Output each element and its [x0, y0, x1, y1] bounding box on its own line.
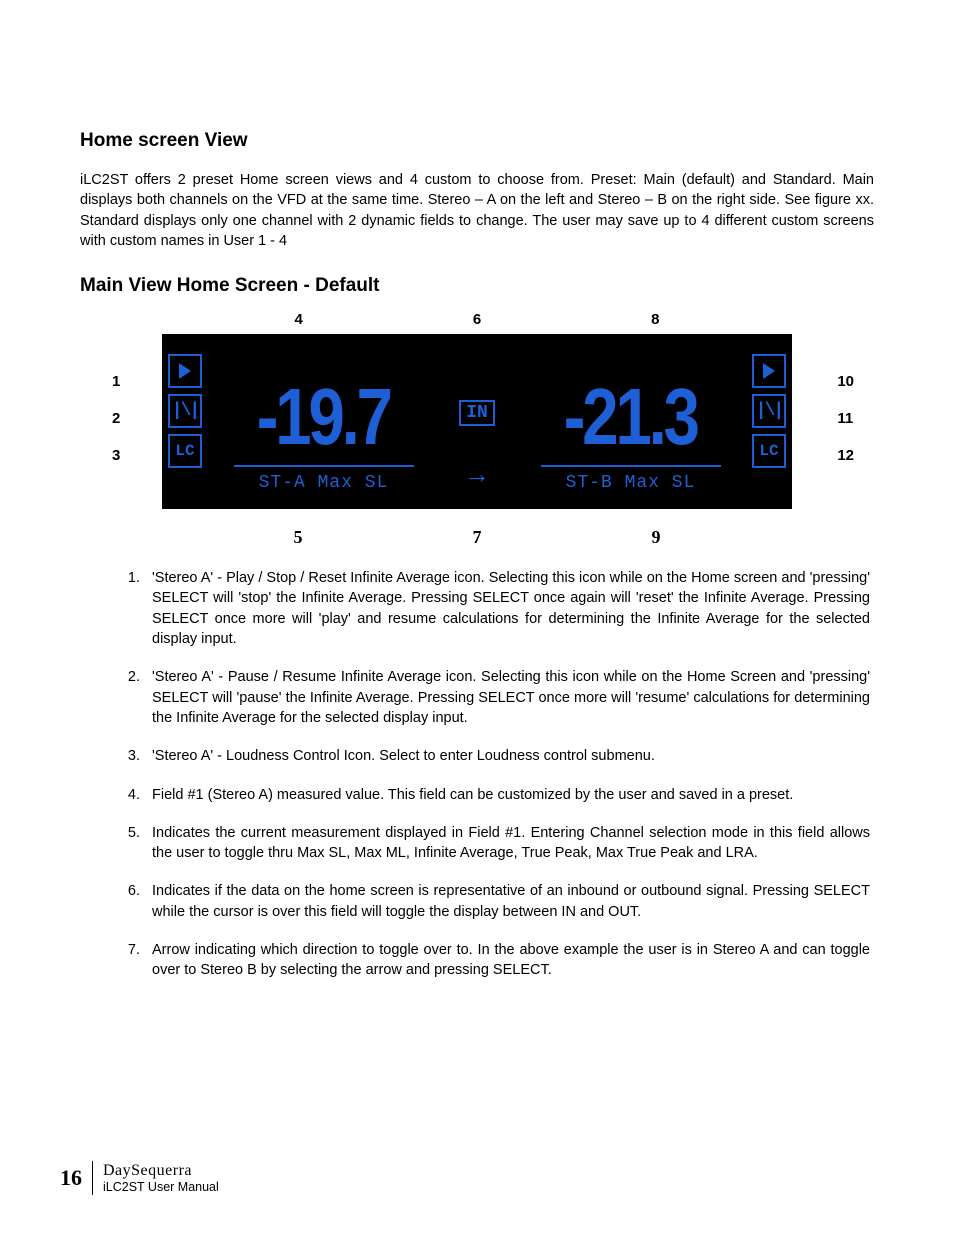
callout-9: 9 — [652, 527, 661, 548]
callout-7: 7 — [473, 527, 482, 548]
list-item: Arrow indicating which direction to togg… — [144, 940, 870, 981]
page-footer: 16 DaySequerra iLC2ST User Manual — [60, 1161, 219, 1195]
section-heading: Home screen View — [80, 130, 874, 152]
list-item: 'Stereo A' - Play / Stop / Reset Infinit… — [144, 568, 870, 649]
channel-b: -21.3 ST-B Max SL — [509, 338, 752, 505]
description-list: 'Stereo A' - Play / Stop / Reset Infinit… — [120, 568, 874, 980]
callout-top-row: 4 6 8 — [82, 311, 872, 328]
channel-a-value: -19.7 — [257, 377, 390, 457]
right-icon-stack: |\| LC — [752, 338, 786, 505]
list-item: Indicates the current measurement displa… — [144, 823, 870, 864]
pause-icon[interactable]: |\| — [752, 394, 786, 428]
list-item: Field #1 (Stereo A) measured value. This… — [144, 785, 870, 805]
vfd-display: |\| LC -19.7 ST-A Max SL IN → -21.3 ST-B… — [162, 334, 792, 509]
callout-6: 6 — [473, 311, 481, 328]
callout-5: 5 — [294, 527, 303, 548]
footer-docname: iLC2ST User Manual — [103, 1180, 219, 1194]
toggle-arrow-icon[interactable]: → — [469, 463, 485, 489]
left-icon-stack: |\| LC — [168, 338, 202, 505]
callout-3: 3 — [112, 447, 120, 464]
lc-icon[interactable]: LC — [752, 434, 786, 468]
list-item: 'Stereo A' - Loudness Control Icon. Sele… — [144, 746, 870, 766]
callout-1: 1 — [112, 373, 120, 390]
list-item: 'Stereo A' - Pause / Resume Infinite Ave… — [144, 667, 870, 728]
pause-icon[interactable]: |\| — [168, 394, 202, 428]
play-icon[interactable] — [752, 354, 786, 388]
center-column: IN → — [445, 338, 509, 505]
subsection-heading: Main View Home Screen - Default — [80, 275, 874, 297]
intro-paragraph: iLC2ST offers 2 preset Home screen views… — [80, 170, 874, 251]
callout-right-col: 10 11 12 — [837, 373, 854, 464]
inout-badge[interactable]: IN — [459, 400, 495, 426]
footer-brand: DaySequerra — [103, 1162, 219, 1180]
footer-separator — [92, 1161, 93, 1195]
lc-icon[interactable]: LC — [168, 434, 202, 468]
callout-10: 10 — [837, 373, 854, 390]
callout-8: 8 — [651, 311, 659, 328]
page-number: 16 — [60, 1165, 82, 1191]
channel-a: -19.7 ST-A Max SL — [202, 338, 445, 505]
list-item: Indicates if the data on the home screen… — [144, 881, 870, 922]
callout-4: 4 — [294, 311, 302, 328]
callout-left-col: 1 2 3 — [112, 373, 120, 464]
channel-a-label[interactable]: ST-A Max SL — [234, 465, 414, 493]
channel-b-label[interactable]: ST-B Max SL — [541, 465, 721, 493]
callout-11: 11 — [837, 410, 854, 427]
callout-2: 2 — [112, 410, 120, 427]
diagram-wrapper: 4 6 8 1 2 3 10 11 12 |\| LC -19.7 ST-A M… — [82, 311, 872, 548]
play-icon[interactable] — [168, 354, 202, 388]
callout-bottom-row: 5 7 9 — [82, 527, 872, 548]
channel-b-value: -21.3 — [564, 377, 697, 457]
callout-12: 12 — [837, 447, 854, 464]
